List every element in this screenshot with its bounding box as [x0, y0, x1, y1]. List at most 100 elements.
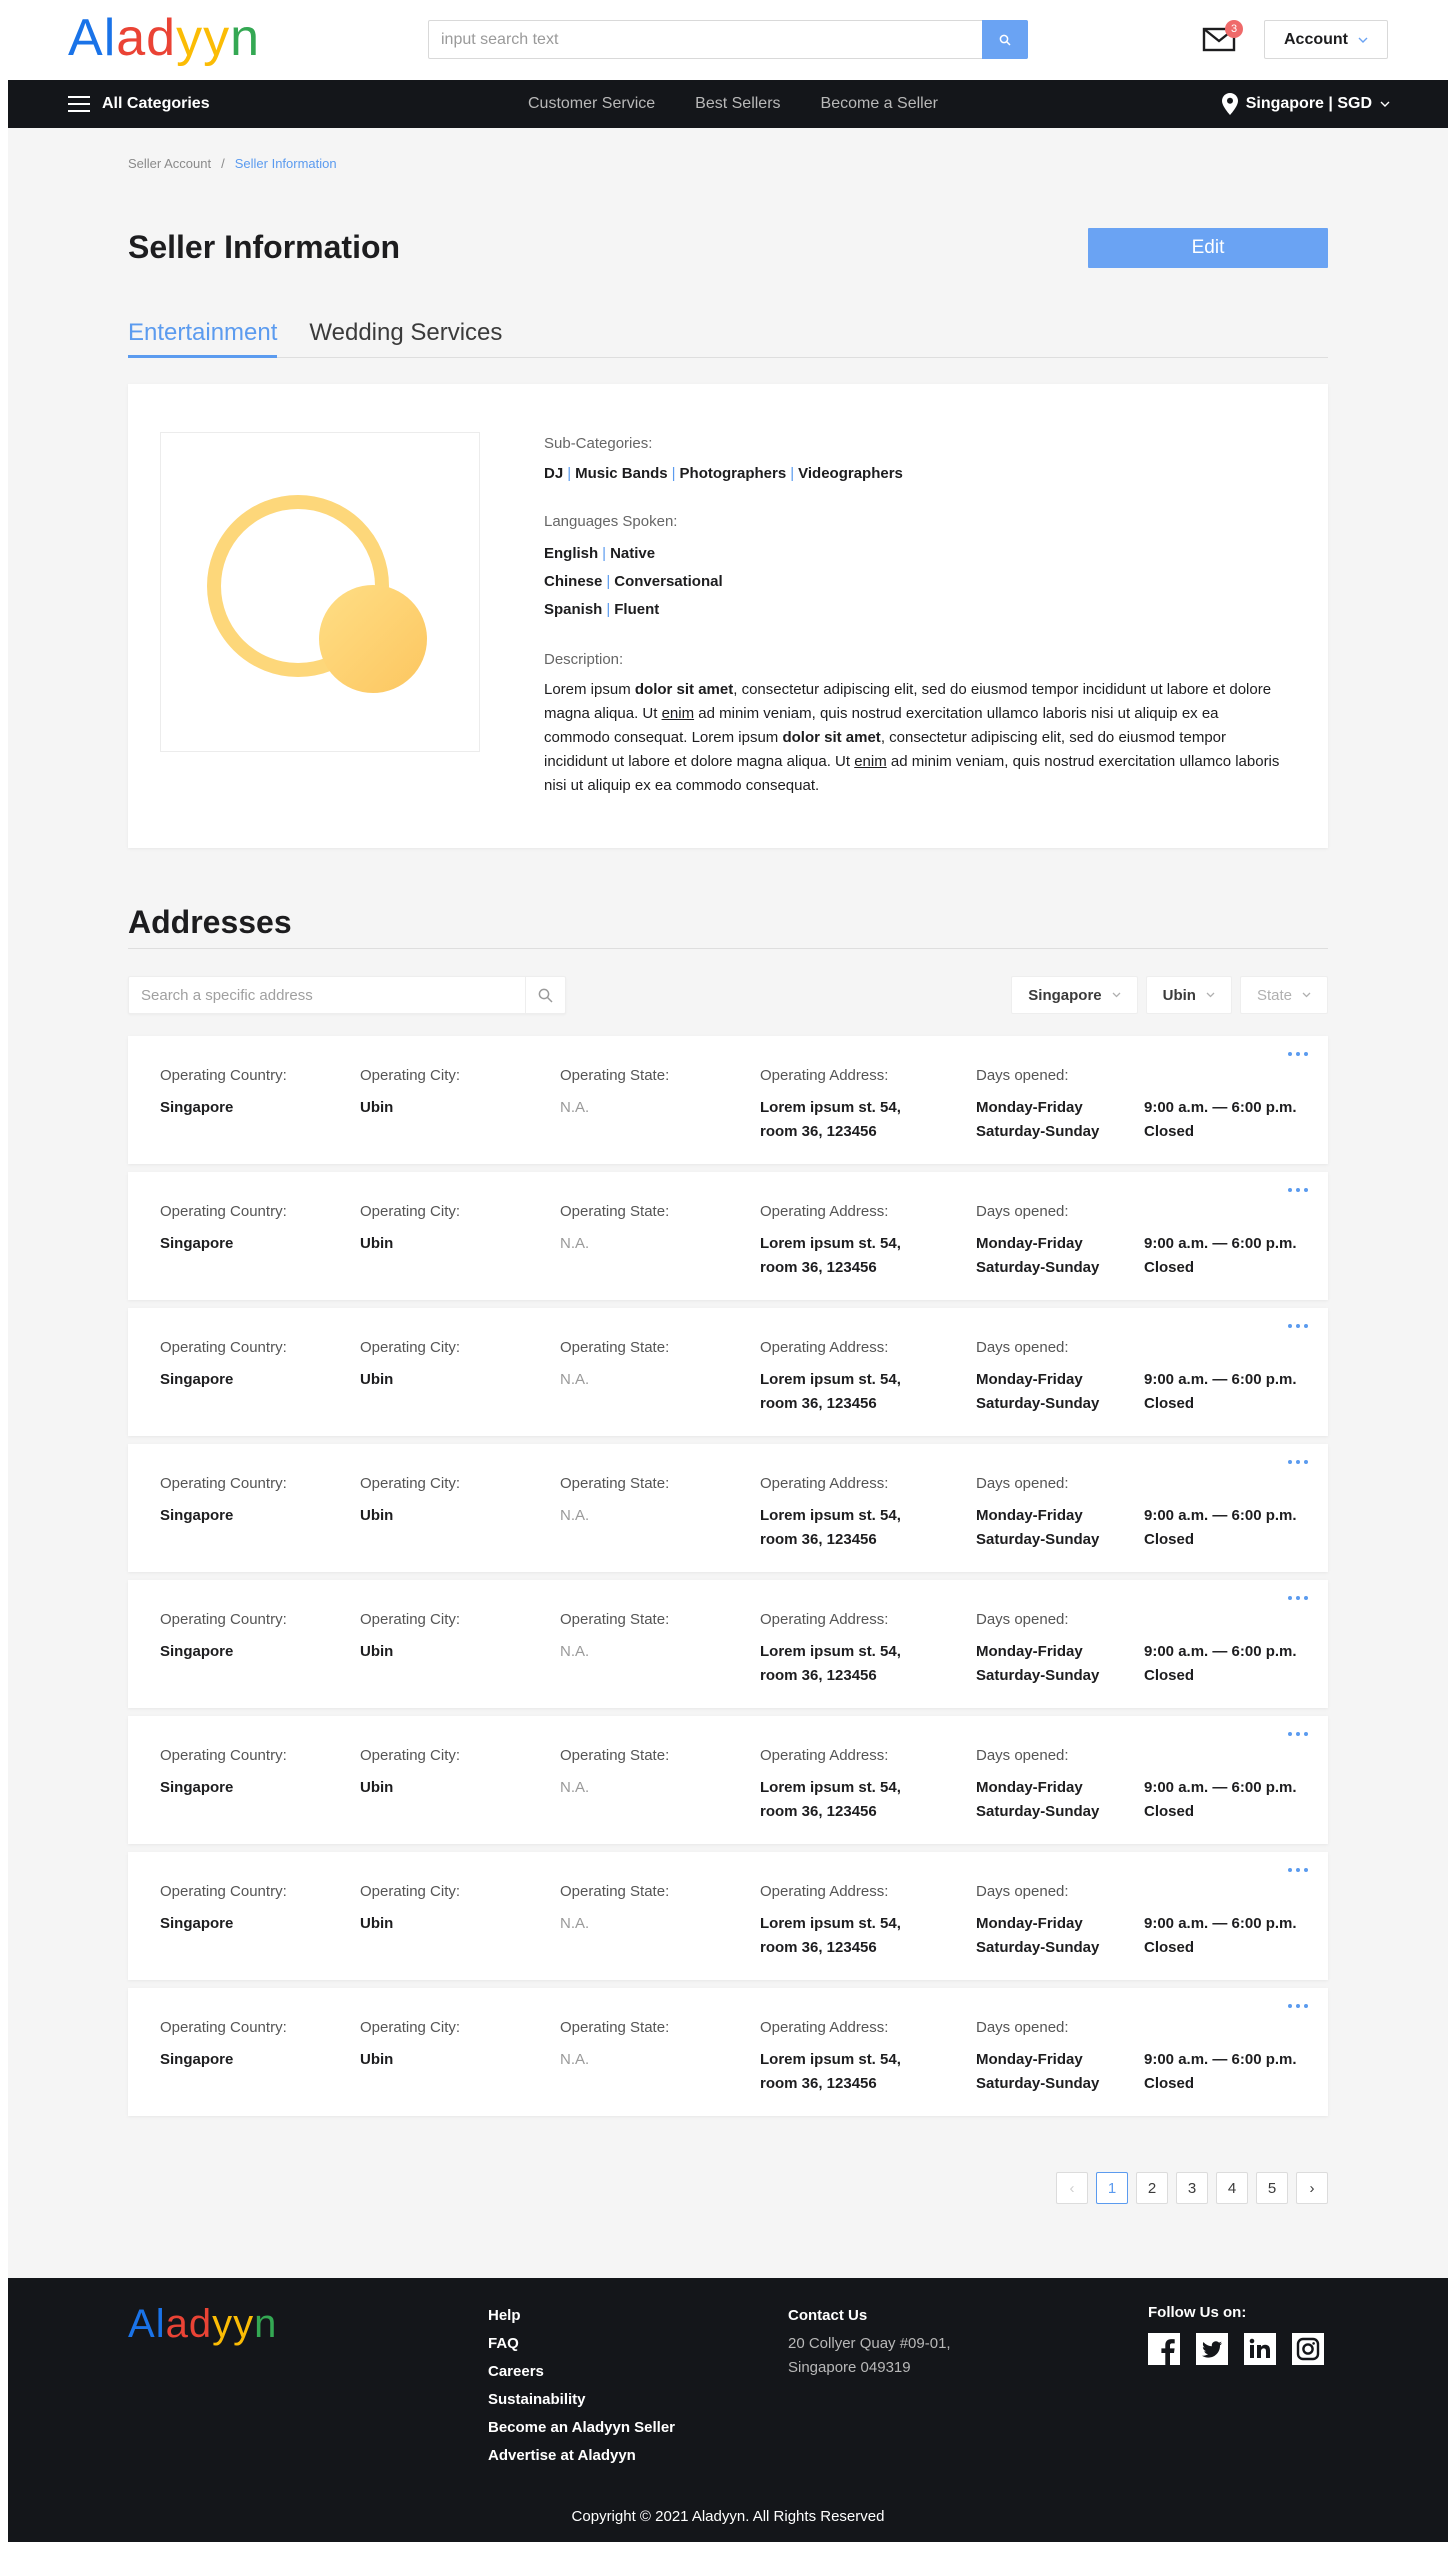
address-field-value: room 36, 123456 [760, 1667, 877, 1684]
logo-letter: y [203, 9, 231, 67]
footer-logo[interactable]: Aladyyn [128, 2302, 277, 2347]
subcategory-item[interactable]: Music Bands [575, 465, 668, 482]
subcategory-item[interactable]: Videographers [798, 465, 903, 482]
logo-letter: y [233, 2302, 255, 2346]
address-search-button[interactable] [525, 977, 565, 1013]
facebook-icon[interactable] [1148, 2333, 1180, 2365]
description-fragment: dolor sit amet [634, 681, 734, 698]
instagram-icon[interactable] [1292, 2333, 1324, 2365]
address-field: Operating Country: Singapore [160, 1608, 287, 1664]
top-header: Aladyyn 3 Account [0, 0, 1456, 80]
address-field: Operating Country: Singapore [160, 1744, 287, 1800]
logo-letter: y [176, 9, 204, 67]
filter-dropdown-singapore[interactable]: Singapore [1011, 976, 1138, 1014]
more-options-icon[interactable] [1284, 1318, 1312, 1334]
more-options-icon[interactable] [1284, 1998, 1312, 2014]
more-options-icon[interactable] [1284, 1046, 1312, 1062]
chevron-down-icon [1206, 992, 1215, 998]
nav-link-customer-service[interactable]: Customer Service [528, 95, 655, 113]
address-field-label: Operating Country: [160, 1203, 287, 1220]
more-options-icon[interactable] [1284, 1862, 1312, 1878]
page-title: Seller Information [128, 229, 401, 265]
address-field-value: room 36, 123456 [760, 1531, 877, 1548]
nav-link-best-sellers[interactable]: Best Sellers [695, 95, 780, 113]
main-nav: All Categories Customer Service Best Sel… [8, 80, 1448, 128]
more-options-icon[interactable] [1284, 1726, 1312, 1742]
chevron-down-icon [1380, 101, 1390, 107]
address-field-value: 9:00 a.m. — 6:00 p.m. [1144, 1235, 1297, 1252]
address-field-label: Operating City: [360, 1883, 461, 1900]
all-categories-menu[interactable]: All Categories [68, 80, 210, 128]
follow-heading: Follow Us on: [1148, 2304, 1247, 2321]
breadcrumb-parent[interactable]: Seller Account [128, 156, 211, 171]
subcategory-item[interactable]: DJ [544, 465, 563, 482]
pagination-next-button[interactable]: › [1296, 2172, 1328, 2204]
language-level: Fluent [614, 601, 660, 618]
separator: | [602, 545, 607, 562]
filter-label: Singapore [1028, 986, 1102, 1004]
twitter-icon[interactable] [1196, 2333, 1228, 2365]
address-search-input[interactable] [129, 977, 527, 1013]
tab-wedding-services[interactable]: Wedding Services [309, 316, 502, 358]
pagination-prev-button[interactable]: ‹ [1056, 2172, 1088, 2204]
footer-link[interactable]: FAQ [488, 2330, 675, 2358]
address-field: Operating Address: Lorem ipsum st. 54, roo… [760, 1880, 901, 1960]
pagination-page-button[interactable]: 3 [1176, 2172, 1208, 2204]
filter-dropdown-ubin[interactable]: Ubin [1145, 976, 1232, 1014]
pagination-page-button[interactable]: 4 [1216, 2172, 1248, 2204]
header-search-button[interactable] [982, 20, 1028, 59]
address-card: Operating Country: Singapore Operating Cit… [128, 1036, 1328, 1164]
address-field: Operating Country: Singapore [160, 1064, 287, 1120]
footer-link[interactable]: Become an Aladyyn Seller [488, 2414, 675, 2442]
footer-link[interactable]: Careers [488, 2358, 675, 2386]
footer: Aladyyn Help FAQ Careers Sustainability Beco… [8, 2278, 1448, 2542]
address-field: Operating Address: Lorem ipsum st. 54, roo… [760, 2016, 901, 2096]
dot [1288, 1188, 1292, 1192]
address-field-label [1144, 1064, 1297, 1088]
address-field-value: Closed [1144, 1123, 1195, 1140]
more-options-icon[interactable] [1284, 1590, 1312, 1606]
seller-info-card: Sub-Categories: DJ | Music Bands | Photograp… [128, 384, 1328, 848]
address-card: Operating Country: Singapore Operating Cit… [128, 1852, 1328, 1980]
header-search-input[interactable] [429, 21, 983, 58]
address-field-label: Operating City: [360, 1339, 461, 1356]
logo-letter: n [254, 2302, 278, 2346]
address-field-value: 9:00 a.m. — 6:00 p.m. [1144, 1915, 1297, 1932]
address-field-label: Operating City: [360, 2019, 461, 2036]
address-field-label: Operating Address: [760, 1067, 889, 1084]
tab-entertainment[interactable]: Entertainment [128, 316, 278, 358]
footer-link[interactable]: Advertise at Aladyyn [488, 2442, 675, 2470]
language-row: English | Native [544, 540, 1284, 568]
footer-link[interactable]: Sustainability [488, 2386, 675, 2414]
address-field-label: Operating Address: [760, 1611, 889, 1628]
address-field: 9:00 a.m. — 6:00 p.m. Closed [1144, 1880, 1297, 1960]
category-tabs: Entertainment Wedding Services [128, 316, 1328, 358]
address-field: Days opened: Monday-Friday Saturday-Sunday [976, 1064, 1099, 1144]
address-field-value: Singapore [160, 1371, 234, 1388]
more-options-icon[interactable] [1284, 1182, 1312, 1198]
address-field-label: Operating Country: [160, 1475, 287, 1492]
address-field-value: Monday-Friday [976, 1643, 1083, 1660]
account-label: Account [1284, 30, 1348, 48]
address-field-label: Days opened: [976, 1883, 1069, 1900]
address-field-value: Monday-Friday [976, 1915, 1083, 1932]
linkedin-icon[interactable] [1244, 2333, 1276, 2365]
address-field-label: Days opened: [976, 1747, 1069, 1764]
edit-button[interactable]: Edit [1088, 228, 1328, 268]
aladyyn-logo[interactable]: Aladyyn [68, 10, 260, 66]
location-selector[interactable]: Singapore | SGD [1221, 80, 1390, 128]
nav-link-become-seller[interactable]: Become a Seller [821, 95, 938, 113]
more-options-icon[interactable] [1284, 1454, 1312, 1470]
address-field: Operating Country: Singapore [160, 2016, 287, 2072]
footer-link[interactable]: Help [488, 2302, 675, 2330]
account-dropdown[interactable]: Account [1264, 20, 1388, 59]
description-fragment: Lorem ipsum [544, 681, 635, 698]
filter-dropdown-state[interactable]: State [1239, 976, 1328, 1014]
pagination-page-button[interactable]: 2 [1136, 2172, 1168, 2204]
subcategory-item[interactable]: Photographers [680, 465, 787, 482]
address-field-value: Singapore [160, 1507, 234, 1524]
address-field: Operating State: N.A. [560, 2016, 669, 2072]
pagination-page-button[interactable]: 5 [1256, 2172, 1288, 2204]
separator: | [606, 601, 611, 618]
pagination-page-button[interactable]: 1 [1096, 2172, 1128, 2204]
